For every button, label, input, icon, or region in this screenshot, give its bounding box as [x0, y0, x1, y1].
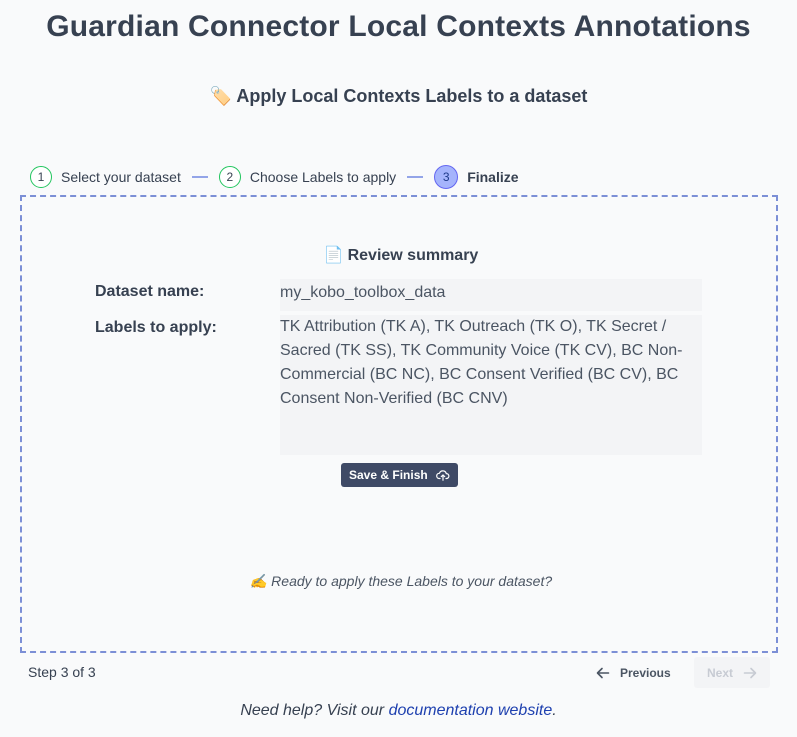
document-icon: 📄 [323, 247, 344, 264]
arrow-left-icon [596, 667, 610, 679]
next-button[interactable]: Next [694, 657, 770, 688]
review-summary-heading: 📄 Review summary [22, 245, 780, 265]
next-label: Next [706, 665, 733, 680]
dataset-name-label: Dataset name: [95, 283, 205, 300]
documentation-link[interactable]: documentation website [389, 702, 553, 719]
ready-prompt: ✍️ Ready to apply these Labels to your d… [22, 573, 780, 590]
arrow-right-icon [743, 667, 757, 678]
step-choose-labels[interactable]: 2 Choose Labels to apply [218, 166, 397, 188]
writing-hand-icon: ✍️ [249, 573, 268, 589]
step-number: 3 [434, 165, 459, 189]
step-number: 1 [30, 166, 52, 188]
step-label: Finalize [467, 169, 519, 185]
step-content-panel: 📄 Review summary Dataset name: my_kobo_to… [20, 195, 778, 653]
help-prefix: Need help? Visit our [240, 702, 389, 719]
help-text: Need help? Visit our documentation websi… [0, 702, 797, 720]
previous-button[interactable]: Previous [596, 660, 671, 686]
page-title: Guardian Connector Local Contexts Annota… [46, 10, 751, 43]
step-separator [407, 176, 424, 178]
save-finish-button[interactable]: Save & Finish [341, 463, 458, 487]
review-summary-title: Review summary [347, 247, 479, 264]
step-finalize[interactable]: 3 Finalize [434, 165, 519, 189]
page-subtitle: 🏷️ Apply Local Contexts Labels to a data… [0, 86, 797, 107]
labels-to-apply-value: TK Attribution (TK A), TK Outreach (TK O… [280, 315, 702, 455]
step-label: Select your dataset [61, 169, 181, 185]
help-suffix: . [552, 702, 557, 719]
step-number: 2 [218, 166, 241, 188]
cloud-upload-icon [435, 469, 450, 481]
previous-label: Previous [620, 666, 671, 680]
dataset-name-value: my_kobo_toolbox_data [280, 279, 702, 311]
save-finish-label: Save & Finish [349, 468, 428, 482]
stepper: 1 Select your dataset 2 Choose Labels to… [30, 164, 519, 190]
step-count: Step 3 of 3 [28, 664, 96, 680]
step-separator [191, 176, 208, 178]
step-select-dataset[interactable]: 1 Select your dataset [30, 166, 181, 188]
labels-to-apply-label: Labels to apply: [95, 319, 217, 336]
tag-icon: 🏷️ [209, 86, 232, 106]
subtitle-text: Apply Local Contexts Labels to a dataset [236, 86, 588, 106]
step-label: Choose Labels to apply [249, 169, 397, 185]
ready-text: Ready to apply these Labels to your data… [271, 573, 553, 589]
